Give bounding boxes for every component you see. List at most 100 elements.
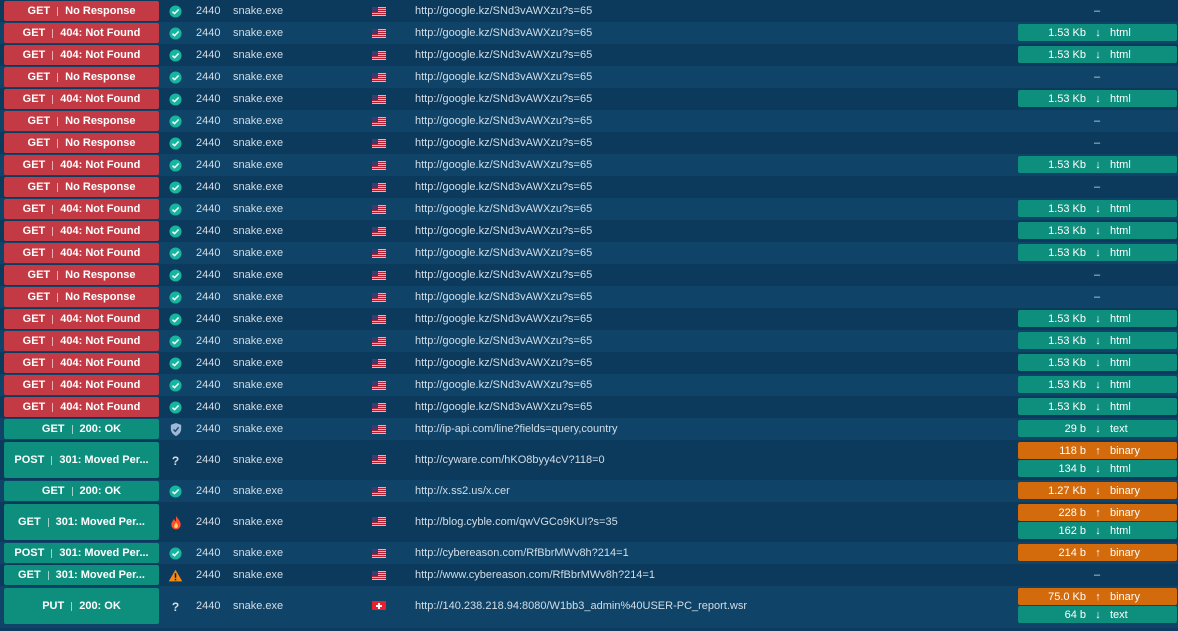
content-size: 29 b: [1064, 422, 1086, 435]
table-row[interactable]: GET 404: Not Found 2440 snake.exe http://goo…: [0, 396, 1178, 418]
mime-type: binary: [1110, 506, 1140, 519]
table-row[interactable]: GET 404: Not Found 2440 snake.exe http://goo…: [0, 154, 1178, 176]
status-badge: GET No Response: [4, 67, 159, 87]
table-row[interactable]: GET 404: Not Found 2440 snake.exe http://goo…: [0, 44, 1178, 66]
request-url: http://google.kz/SNd3vAWXzu?s=65: [415, 335, 593, 347]
status-badge: GET 404: Not Found: [4, 243, 159, 263]
content-size-badge[interactable]: 1.53 Kb ↓ html: [1018, 244, 1177, 261]
http-method: GET: [22, 159, 46, 171]
us-flag-icon: [372, 549, 386, 558]
http-method: GET: [22, 49, 46, 61]
table-row[interactable]: POST 301: Moved Per... 2440 snake.exe http:/…: [0, 542, 1178, 564]
table-row[interactable]: GET 301: Moved Per... 2440 snake.exe http://…: [0, 502, 1178, 542]
table-row[interactable]: GET 404: Not Found 2440 snake.exe http://goo…: [0, 330, 1178, 352]
us-flag-icon: [372, 455, 386, 464]
request-url: http://google.kz/SNd3vAWXzu?s=65: [415, 93, 593, 105]
table-row[interactable]: GET 404: Not Found 2440 snake.exe http://goo…: [0, 352, 1178, 374]
table-row[interactable]: GET 200: OK 2440 snake.exe http://ip-api.com…: [0, 418, 1178, 440]
http-method: GET: [22, 93, 46, 105]
arrow-up-icon: ↑: [1095, 546, 1101, 559]
content-size-badge[interactable]: 1.53 Kb ↓ html: [1018, 90, 1177, 107]
table-row[interactable]: GET No Response 2440 snake.exe http://google…: [0, 176, 1178, 198]
no-content-dash: –: [1094, 269, 1101, 281]
process-name: snake.exe: [233, 49, 284, 61]
request-url: http://google.kz/SNd3vAWXzu?s=65: [415, 115, 593, 127]
table-row[interactable]: GET 301: Moved Per... 2440 snake.exe http://…: [0, 564, 1178, 586]
table-row[interactable]: GET 404: Not Found 2440 snake.exe http://goo…: [0, 88, 1178, 110]
content-size-cell: 29 b ↓ text: [1018, 420, 1177, 438]
process-name: snake.exe: [233, 27, 284, 39]
content-size-badge[interactable]: 162 b ↓ html: [1018, 522, 1177, 539]
table-row[interactable]: GET 404: Not Found 2440 snake.exe http://goo…: [0, 374, 1178, 396]
process-name: snake.exe: [233, 137, 284, 149]
content-size-badge[interactable]: 1.27 Kb ↓ binary: [1018, 482, 1177, 499]
content-size-badge[interactable]: 1.53 Kb ↓ html: [1018, 24, 1177, 41]
content-size-badge[interactable]: 118 b ↑ binary: [1018, 442, 1177, 459]
content-size-badge[interactable]: 1.53 Kb ↓ html: [1018, 332, 1177, 349]
http-status: No Response: [65, 115, 136, 127]
us-flag-icon: [372, 487, 386, 496]
table-row[interactable]: PUT 200: OK? 2440 snake.exe http://140.238.2…: [0, 586, 1178, 628]
content-size-cell: 1.53 Kb ↓ html: [1018, 200, 1177, 218]
process-id: 2440: [196, 115, 221, 127]
mime-type: html: [1110, 92, 1131, 105]
http-method: GET: [18, 516, 41, 528]
process-name: snake.exe: [233, 159, 284, 171]
table-row[interactable]: GET No Response 2440 snake.exe http://google…: [0, 0, 1178, 22]
table-row[interactable]: GET 404: Not Found 2440 snake.exe http://goo…: [0, 220, 1178, 242]
table-row[interactable]: POST 301: Moved Per...? 2440 snake.exe http:…: [0, 440, 1178, 480]
content-size-badge[interactable]: 214 b ↑ binary: [1018, 544, 1177, 561]
content-size-badge[interactable]: 1.53 Kb ↓ html: [1018, 376, 1177, 393]
table-row[interactable]: GET No Response 2440 snake.exe http://google…: [0, 66, 1178, 88]
mime-type: html: [1110, 334, 1131, 347]
process-id: 2440: [196, 335, 221, 347]
process-name: snake.exe: [233, 547, 284, 559]
table-row[interactable]: GET 404: Not Found 2440 snake.exe http://goo…: [0, 198, 1178, 220]
table-row[interactable]: GET No Response 2440 snake.exe http://google…: [0, 110, 1178, 132]
content-size-badge[interactable]: 1.53 Kb ↓ html: [1018, 222, 1177, 239]
table-row[interactable]: GET 200: OK 2440 snake.exe http://x.ss2.us/x…: [0, 480, 1178, 502]
process-id: 2440: [196, 313, 221, 325]
process-name: snake.exe: [233, 247, 284, 259]
table-row[interactable]: GET 404: Not Found 2440 snake.exe http://goo…: [0, 242, 1178, 264]
table-row[interactable]: GET No Response 2440 snake.exe http://google…: [0, 132, 1178, 154]
us-flag-icon: [372, 381, 386, 390]
content-size-badge[interactable]: 1.53 Kb ↓ html: [1018, 46, 1177, 63]
content-size-badge[interactable]: 1.53 Kb ↓ html: [1018, 398, 1177, 415]
content-size-badge[interactable]: 1.53 Kb ↓ html: [1018, 310, 1177, 327]
content-size-badge[interactable]: 1.53 Kb ↓ html: [1018, 156, 1177, 173]
process-id: 2440: [196, 203, 221, 215]
no-content-dash: –: [1094, 291, 1101, 303]
content-size-badge[interactable]: 29 b ↓ text: [1018, 420, 1177, 437]
http-method: GET: [22, 335, 46, 347]
content-size-badge[interactable]: 1.53 Kb ↓ html: [1018, 354, 1177, 371]
status-badge: GET No Response: [4, 111, 159, 131]
request-url: http://cybereason.com/RfBbrMWv8h?214=1: [415, 547, 629, 559]
check-circle-icon: [168, 224, 183, 239]
table-row[interactable]: GET No Response 2440 snake.exe http://google…: [0, 286, 1178, 308]
request-url: http://google.kz/SNd3vAWXzu?s=65: [415, 401, 593, 413]
http-method: GET: [22, 247, 46, 259]
check-circle-icon: [168, 92, 183, 107]
http-method: GET: [22, 357, 46, 369]
process-id: 2440: [196, 49, 221, 61]
us-flag-icon: [372, 517, 386, 526]
table-row[interactable]: GET 404: Not Found 2440 snake.exe http://goo…: [0, 22, 1178, 44]
check-circle-icon: [168, 180, 183, 195]
divider: [52, 160, 54, 170]
check-circle-icon: [168, 136, 183, 151]
content-size-badge[interactable]: 134 b ↓ html: [1018, 460, 1177, 477]
divider: [57, 138, 59, 148]
table-row[interactable]: GET No Response 2440 snake.exe http://google…: [0, 264, 1178, 286]
process-id: 2440: [196, 401, 221, 413]
content-size-badge[interactable]: 228 b ↑ binary: [1018, 504, 1177, 521]
table-row[interactable]: GET 404: Not Found 2440 snake.exe http://goo…: [0, 308, 1178, 330]
request-url: http://google.kz/SNd3vAWXzu?s=65: [415, 291, 593, 303]
us-flag-icon: [372, 73, 386, 82]
content-size-badge[interactable]: 64 b ↓ text: [1018, 606, 1177, 623]
us-flag-icon: [372, 183, 386, 192]
content-size-badge[interactable]: 1.53 Kb ↓ html: [1018, 200, 1177, 217]
http-status: 404: Not Found: [60, 93, 141, 105]
content-size-badge[interactable]: 75.0 Kb ↑ binary: [1018, 588, 1177, 605]
status-badge: PUT 200: OK: [4, 588, 159, 624]
